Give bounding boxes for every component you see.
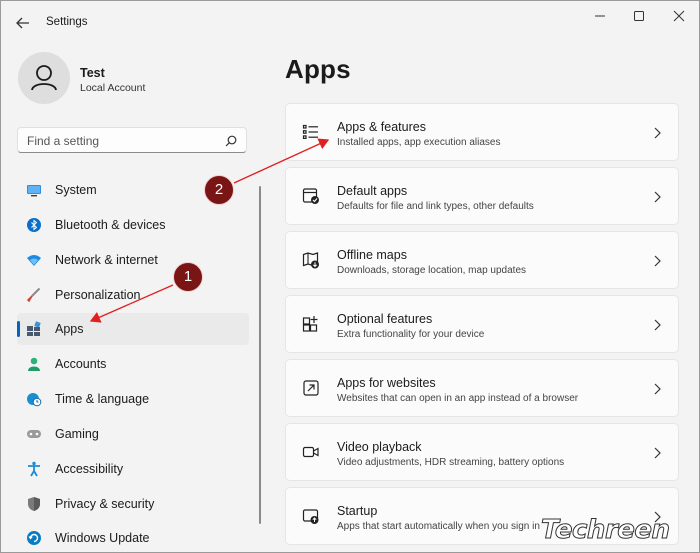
step-badge-1: 1 [173, 262, 203, 292]
watermark-logo: Techreen [541, 515, 671, 546]
annotation-arrows [89, 138, 330, 323]
settings-window: Settings Test Local Account Find a setti… [0, 0, 700, 553]
step-badge-2: 2 [204, 175, 234, 205]
arrow-step-1 [89, 284, 174, 323]
arrow-step-2 [233, 138, 330, 184]
